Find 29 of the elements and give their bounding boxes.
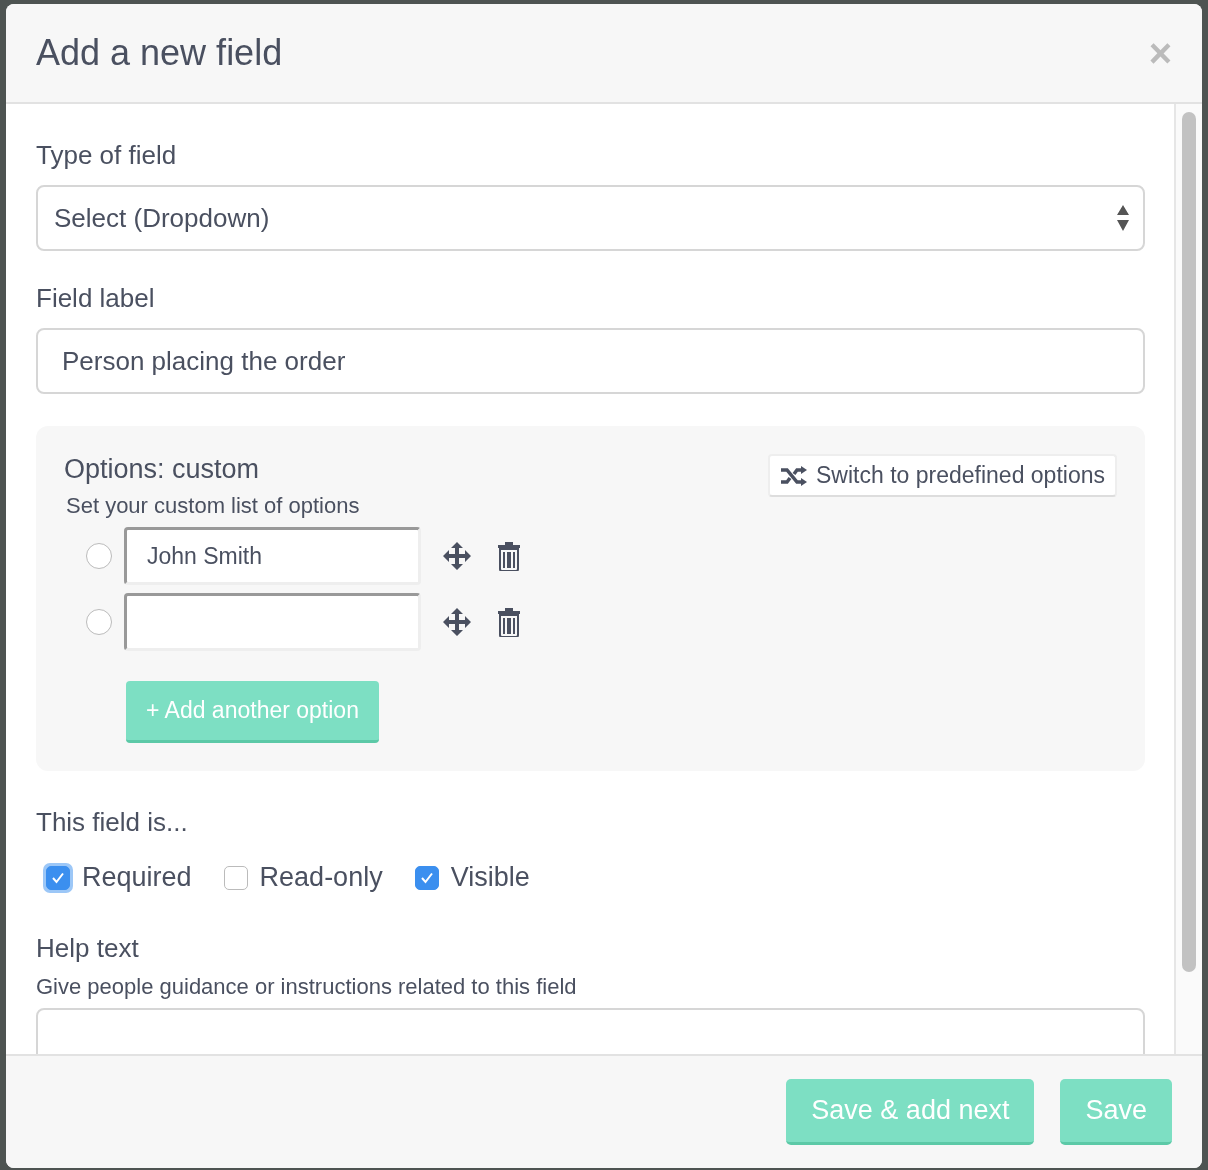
option-radio[interactable] — [86, 543, 112, 569]
field-label: Field label — [36, 283, 156, 314]
dialog-title: Add a new field — [36, 32, 283, 74]
shuffle-icon — [780, 465, 809, 486]
label-input[interactable]: Person placing the order — [36, 328, 1145, 394]
trash-icon[interactable] — [497, 607, 521, 637]
checkbox-label: Required — [82, 862, 192, 893]
checkbox-label: Visible — [450, 862, 530, 893]
move-icon[interactable] — [443, 608, 471, 636]
section-label: Help text — [36, 933, 140, 964]
check-icon — [419, 870, 434, 885]
section-label: This field is... — [36, 807, 189, 838]
checkbox[interactable] — [414, 865, 439, 890]
switch-options-button[interactable]: Switch to predefined options — [768, 454, 1117, 497]
options-title: Options: custom — [64, 454, 261, 485]
options-hint: Set your custom list of options — [66, 493, 360, 519]
sort-arrows-icon — [1117, 205, 1129, 231]
help-hint: Give people guidance or instructions related to this field — [36, 974, 578, 1000]
checkbox[interactable] — [223, 865, 248, 890]
field-label: Type of field — [36, 140, 178, 171]
option-radio[interactable] — [86, 609, 112, 635]
move-icon[interactable] — [443, 542, 471, 570]
type-dropdown[interactable]: Select (Dropdown) — [36, 185, 1145, 251]
scrollbar[interactable] — [1174, 104, 1202, 1054]
option-input[interactable]: John Smith — [124, 527, 421, 585]
check-icon — [51, 870, 65, 885]
trash-icon[interactable] — [497, 541, 521, 571]
checkbox-label: Read-only — [259, 862, 383, 893]
option-input[interactable] — [124, 593, 421, 651]
